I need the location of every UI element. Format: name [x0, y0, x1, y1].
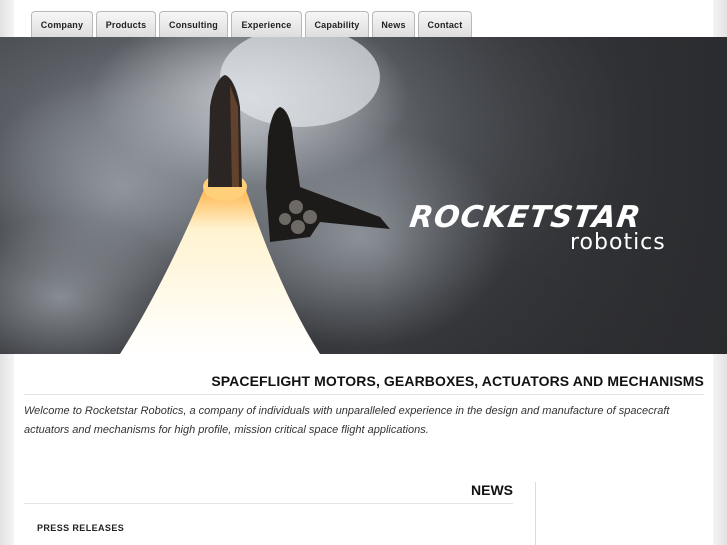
tab-news[interactable]: News: [372, 11, 415, 38]
main-nav: Company Products Consulting Experience C…: [31, 11, 472, 38]
intro-paragraph: Welcome to Rocketstar Robotics, a compan…: [24, 405, 670, 436]
news-section: NEWS PRESS RELEASES: [24, 482, 513, 533]
tab-company[interactable]: Company: [31, 11, 93, 38]
logo-subtitle: robotics: [570, 230, 666, 255]
tab-contact[interactable]: Contact: [418, 11, 472, 38]
shuttle-launch-image: [0, 37, 727, 354]
column-divider: [535, 482, 536, 545]
news-heading: NEWS: [24, 482, 513, 504]
tab-experience[interactable]: Experience: [231, 11, 302, 38]
tab-products[interactable]: Products: [96, 11, 156, 38]
hero-banner: ROCKETSTAR robotics: [0, 37, 727, 354]
press-releases-heading[interactable]: PRESS RELEASES: [37, 523, 124, 533]
tab-capability[interactable]: Capability: [305, 11, 369, 38]
page-tagline: SPACEFLIGHT MOTORS, GEARBOXES, ACTUATORS…: [24, 373, 704, 395]
tab-consulting[interactable]: Consulting: [159, 11, 228, 38]
